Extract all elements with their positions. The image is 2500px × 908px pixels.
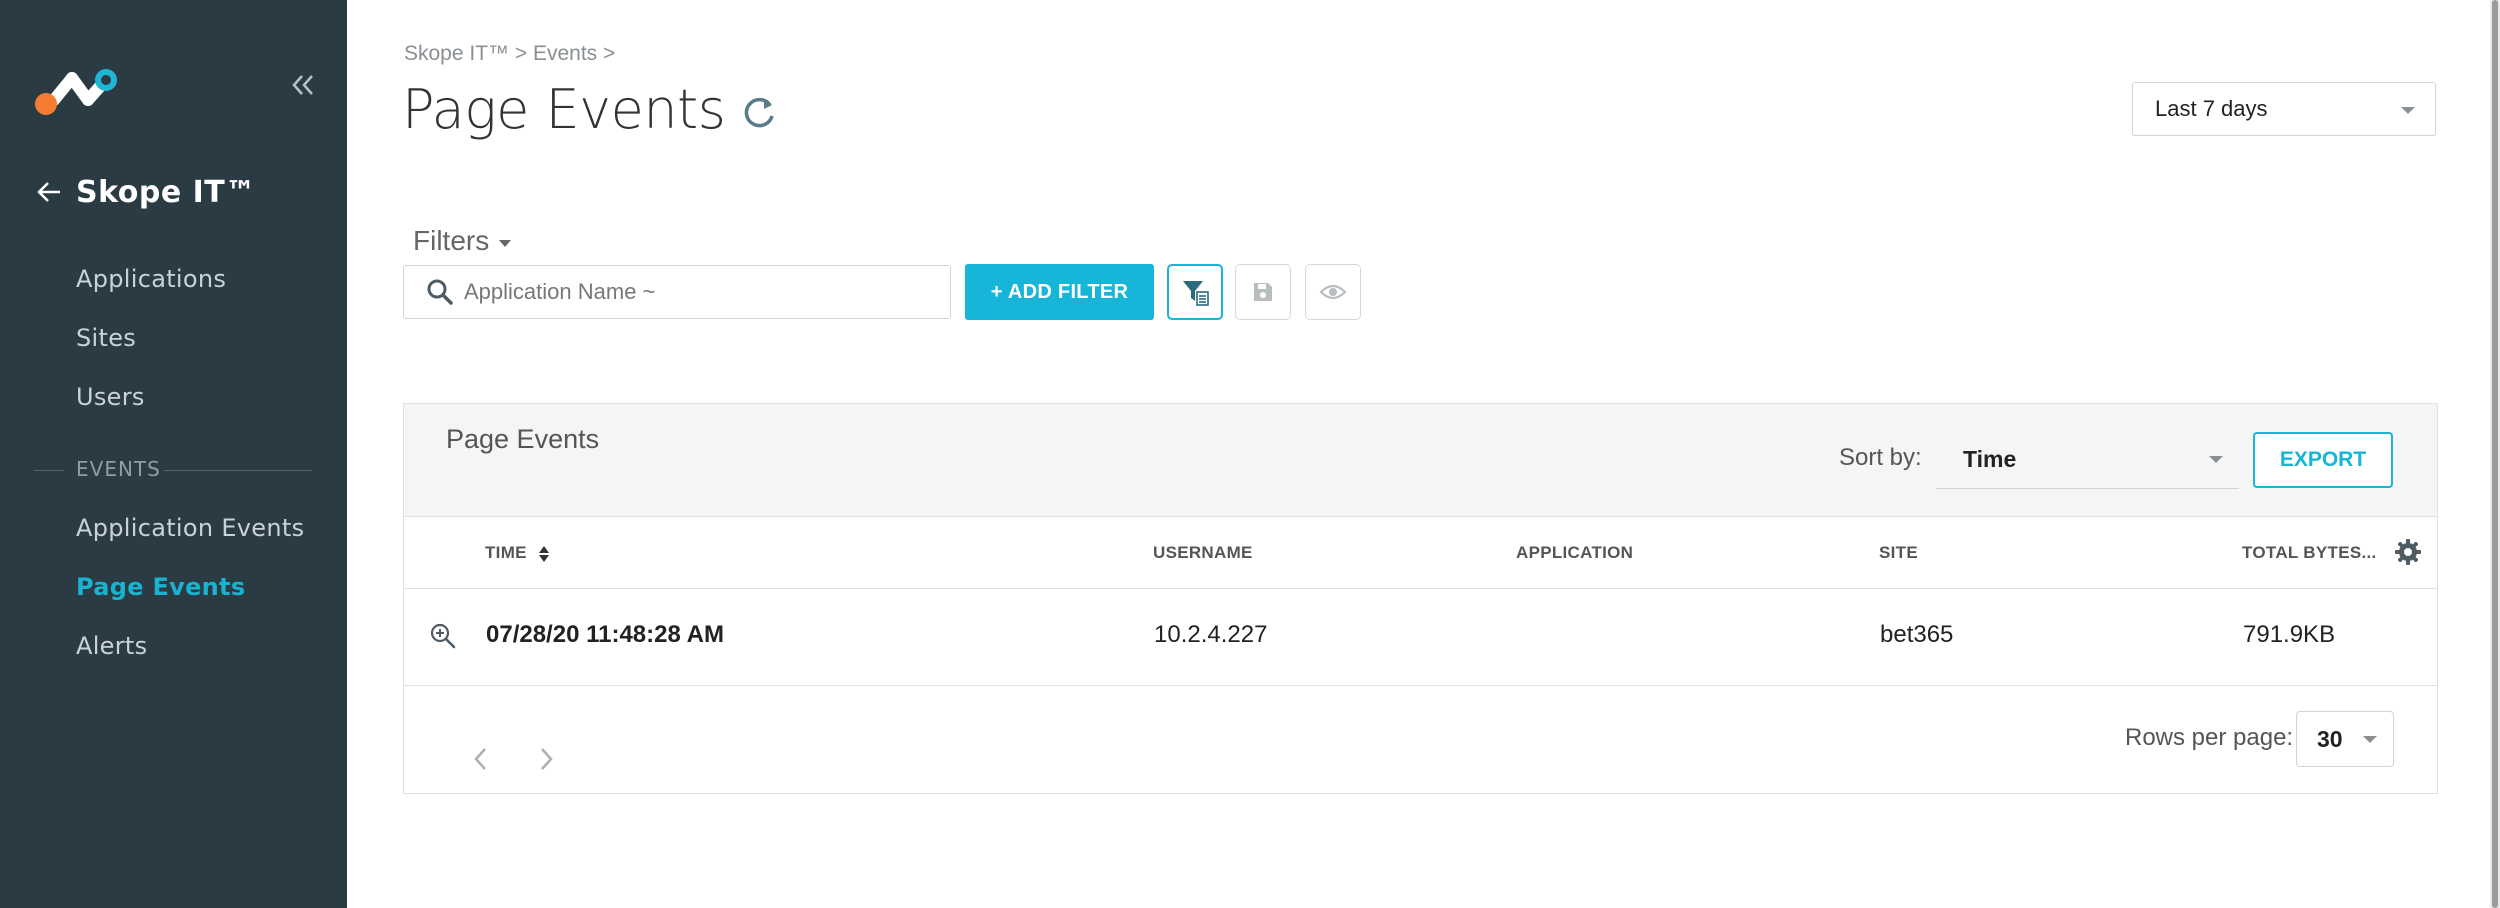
netskope-logo <box>35 69 117 115</box>
rows-per-page-select[interactable]: 30 <box>2296 711 2394 767</box>
gear-icon[interactable] <box>2393 537 2423 567</box>
sidebar-item-alerts[interactable]: Alerts <box>76 632 147 660</box>
caret-down-icon <box>499 239 512 247</box>
column-header-label: TIME <box>485 543 527 562</box>
eye-icon <box>1319 284 1347 300</box>
sidebar-item-sites[interactable]: Sites <box>76 324 136 352</box>
sidebar-item-application-events[interactable]: Application Events <box>76 514 304 542</box>
rows-per-page-value: 30 <box>2317 725 2343 752</box>
table-header: TIME USERNAME APPLICATION SITE TOTAL BYT… <box>404 517 2437 589</box>
filter-list-icon <box>1183 281 1209 306</box>
add-filter-button[interactable]: + ADD FILTER <box>965 264 1154 320</box>
divider <box>164 470 312 471</box>
filters-toggle[interactable]: Filters <box>413 225 512 257</box>
sidebar: Skope IT™ Applications Sites Users EVENT… <box>0 0 347 908</box>
scrollbar-thumb[interactable] <box>2492 0 2498 908</box>
refresh-icon[interactable] <box>739 92 779 132</box>
breadcrumb[interactable]: Skope IT™ > Events > <box>404 42 615 66</box>
page-title-row: Page Events <box>402 76 779 142</box>
date-range-value: Last 7 days <box>2155 96 2268 121</box>
cell-time: 07/28/20 11:48:28 AM <box>486 621 724 648</box>
filter-search-box[interactable] <box>403 265 951 319</box>
section-label-events: EVENTS <box>76 457 161 481</box>
sort-icon[interactable] <box>538 545 550 563</box>
collapse-sidebar-icon[interactable] <box>290 72 320 102</box>
cell-site: bet365 <box>1880 621 1954 648</box>
table-row[interactable]: 07/28/20 11:48:28 AM 10.2.4.227 bet365 7… <box>404 589 2437 686</box>
sidebar-item-users[interactable]: Users <box>76 383 145 411</box>
chevron-down-icon <box>2363 736 2377 743</box>
chevron-left-icon[interactable] <box>470 744 492 774</box>
divider <box>34 470 64 471</box>
chevron-right-icon[interactable] <box>535 744 557 774</box>
search-icon <box>427 279 453 305</box>
search-input[interactable] <box>464 279 934 305</box>
export-button[interactable]: EXPORT <box>2253 432 2393 488</box>
back-to-app[interactable]: Skope IT™ <box>34 172 256 212</box>
sidebar-item-applications[interactable]: Applications <box>76 265 226 293</box>
date-range-select[interactable]: Last 7 days <box>2132 82 2436 136</box>
panel-title: Page Events <box>446 424 600 454</box>
cell-total-bytes: 791.9KB <box>2243 621 2336 648</box>
filters-label: Filters <box>413 225 490 256</box>
chevron-down-icon <box>2401 107 2415 114</box>
rows-per-page-label: Rows per page: <box>2125 724 2294 751</box>
sort-by-value: Time <box>1963 446 2017 472</box>
sidebar-item-page-events[interactable]: Page Events <box>76 573 245 601</box>
column-header-site[interactable]: SITE <box>1879 543 1918 563</box>
events-panel: Page Events Sort by: Time EXPORT TIME US… <box>403 403 2438 794</box>
page-title: Page Events <box>402 77 726 141</box>
arrow-left-icon[interactable] <box>34 177 64 207</box>
chevron-down-icon <box>2209 456 2223 463</box>
column-header-time[interactable]: TIME <box>485 543 550 563</box>
cell-username: 10.2.4.227 <box>1154 621 1268 648</box>
filter-list-button[interactable] <box>1167 264 1223 320</box>
column-header-total-bytes[interactable]: TOTAL BYTES... <box>2242 543 2377 563</box>
app-title: Skope IT™ <box>76 174 256 210</box>
sort-by-select[interactable]: Time <box>1936 431 2239 489</box>
column-header-application[interactable]: APPLICATION <box>1516 543 1633 563</box>
sort-by-label: Sort by: <box>1839 444 1922 471</box>
zoom-in-icon[interactable] <box>428 621 458 651</box>
save-filter-button[interactable] <box>1235 264 1291 320</box>
save-icon <box>1254 283 1272 301</box>
column-header-username[interactable]: USERNAME <box>1153 543 1253 563</box>
preview-button[interactable] <box>1305 264 1361 320</box>
panel-header: Page Events Sort by: Time EXPORT <box>404 404 2437 517</box>
